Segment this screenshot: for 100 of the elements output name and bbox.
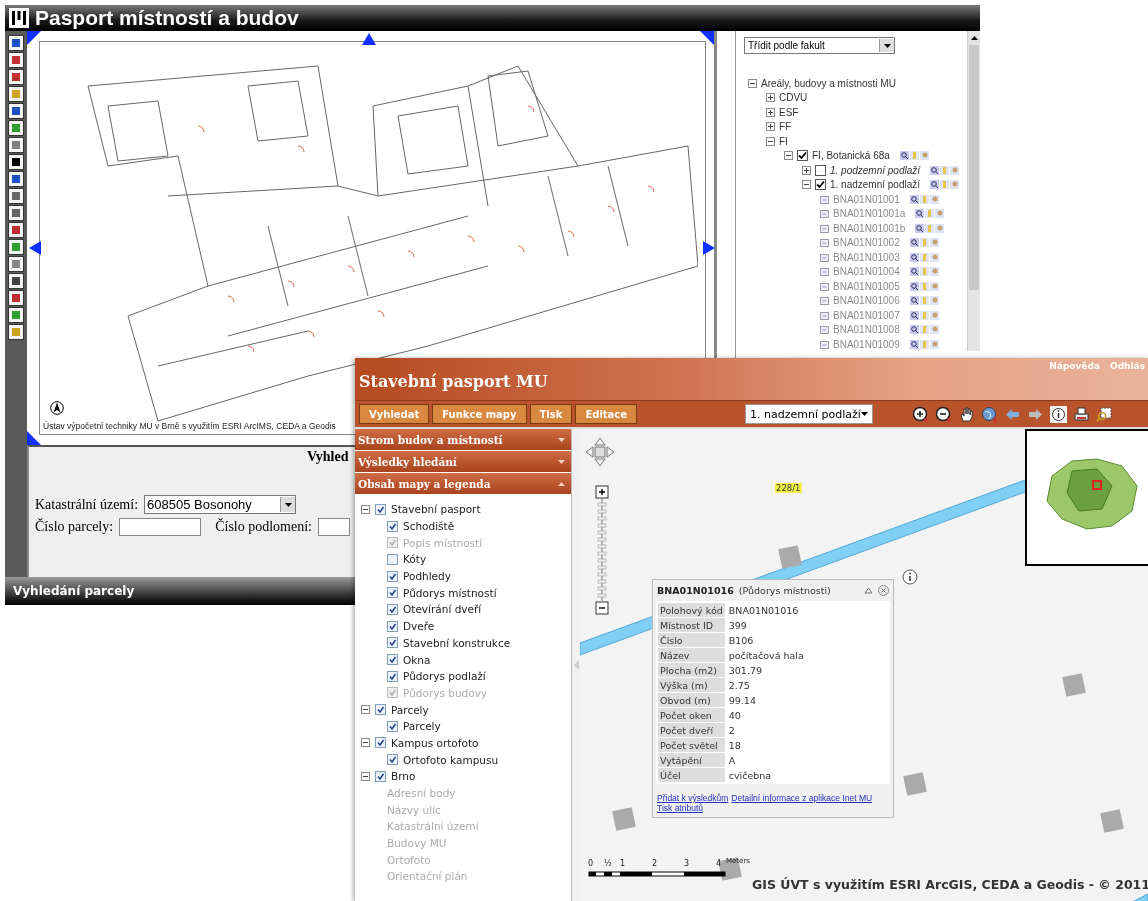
tool-icon[interactable] [8,137,24,153]
close-icon[interactable] [878,585,889,596]
tool-icon[interactable] [8,307,24,323]
tool-icon[interactable] [8,171,24,187]
pan-left-icon[interactable] [27,241,41,255]
collapse-icon[interactable] [784,151,793,161]
checkbox[interactable] [387,637,398,649]
layer-item[interactable]: Parcely [403,720,441,733]
floor-select[interactable]: 1. nadzemní podlaží [745,404,874,424]
layer-item[interactable]: Parcely [391,703,429,716]
room-item[interactable]: BNA01N01007 [833,309,900,321]
zoom-out-icon[interactable] [595,601,609,615]
checkbox[interactable] [375,737,386,749]
layer-item[interactable]: Otevírání dveří [403,603,482,616]
checkbox[interactable] [387,520,398,532]
pan-right-icon[interactable] [703,241,717,255]
magnifier-icon[interactable] [915,209,925,219]
expand-icon[interactable] [802,165,811,175]
tool-icon[interactable] [8,154,24,170]
info-icon[interactable] [1050,405,1068,423]
checkbox[interactable] [375,704,386,716]
layer-item[interactable]: Stavební pasport [391,503,481,516]
magnifier-icon[interactable] [909,339,919,349]
checkbox[interactable] [387,620,398,632]
popup-link[interactable]: Detailní informace z aplikace Inet MU [731,793,873,803]
checkbox[interactable] [387,754,398,766]
checkbox[interactable] [387,570,398,582]
input-field[interactable] [119,518,202,536]
room-item[interactable]: BNA01N01001b [833,222,906,234]
collapse-icon[interactable] [361,504,370,514]
checkbox[interactable] [815,179,826,191]
checkbox[interactable] [815,164,826,176]
tree-item[interactable]: ESF [779,106,799,118]
tool-icon[interactable] [8,188,24,204]
layer-item[interactable]: Půdorys místností [403,586,497,599]
panel-header[interactable]: Výsledky hledání [355,451,571,473]
magnifier-icon[interactable] [909,310,919,320]
room-item[interactable]: BNA01N01001 [833,193,900,205]
tool-icon[interactable] [8,69,24,85]
tree-item[interactable]: FI [779,135,788,147]
zoom-in-icon[interactable] [912,405,930,423]
tool-icon[interactable] [8,205,24,221]
room-item[interactable]: BNA01N01002 [833,237,900,249]
collapse-icon[interactable] [766,136,775,146]
tool-icon[interactable] [8,103,24,119]
layer-item[interactable]: Ortofoto kampusu [403,753,499,766]
room-item[interactable]: BNA01N01009 [833,338,900,350]
room-item[interactable]: BNA01N01003 [833,251,900,263]
zoom-in-icon[interactable] [595,485,609,499]
layer-item[interactable]: Dveře [403,620,435,633]
popup-link[interactable]: Tisk atributů [657,803,703,813]
checkbox[interactable] [387,670,398,682]
zoom-select-icon[interactable] [1096,405,1114,423]
tool-icon[interactable] [8,256,24,272]
collapse-icon[interactable] [361,705,370,715]
tree-item[interactable]: 1. podzemní podlaží [830,164,921,176]
room-item[interactable]: BNA01N01006 [833,295,900,307]
magnifier-icon[interactable] [909,194,919,204]
magnifier-icon[interactable] [930,165,940,175]
globe-icon[interactable] [981,405,999,423]
layer-item[interactable]: Kampus ortofoto [391,736,479,749]
magnifier-icon[interactable] [909,238,919,248]
checkbox[interactable] [387,720,398,732]
magnifier-icon[interactable] [909,281,919,291]
checkbox[interactable] [797,150,808,162]
expand-icon[interactable] [766,107,775,117]
magnifier-icon[interactable] [915,223,925,233]
tree-item[interactable]: CDVU [779,92,808,104]
tool-icon[interactable] [8,222,24,238]
layer-item[interactable]: Stavební konstrukce [403,636,511,649]
tree-item[interactable]: Areály, budovy a místnosti MU [761,77,896,89]
panel-header[interactable]: Strom budov a místností [355,429,571,451]
scroll-up-icon[interactable] [969,34,980,42]
tool-icon[interactable] [8,273,24,289]
room-item[interactable]: BNA01N01001a [833,208,906,220]
expand-icon[interactable] [766,93,775,103]
collapse-icon[interactable] [361,771,370,781]
magnifier-icon[interactable] [909,252,919,262]
pan-control-icon[interactable] [585,437,615,467]
magnifier-icon[interactable] [909,325,919,335]
collapse-icon[interactable] [361,738,370,748]
layer-item[interactable]: Okna [403,653,431,666]
layer-item[interactable]: Kóty [403,553,427,566]
collapse-icon[interactable] [748,78,757,88]
checkbox[interactable] [375,770,386,782]
checkbox[interactable] [387,587,398,599]
expand-icon[interactable] [766,122,775,132]
tool-icon[interactable] [8,239,24,255]
tool-icon[interactable] [8,290,24,306]
tree-item[interactable]: FI, Botanická 68a [812,150,890,162]
checkbox[interactable] [387,553,398,565]
info-pin-icon[interactable] [902,569,918,585]
magnifier-icon[interactable] [930,180,940,190]
cadastre-select[interactable]: 608505 Bosonohy [144,495,297,514]
input-field[interactable] [318,518,350,536]
layer-item[interactable]: Podhledy [403,570,451,583]
tool-icon[interactable] [8,86,24,102]
magnifier-icon[interactable] [899,151,909,161]
tree-item[interactable]: FF [779,121,792,133]
layer-item[interactable]: Schodiště [403,520,455,533]
